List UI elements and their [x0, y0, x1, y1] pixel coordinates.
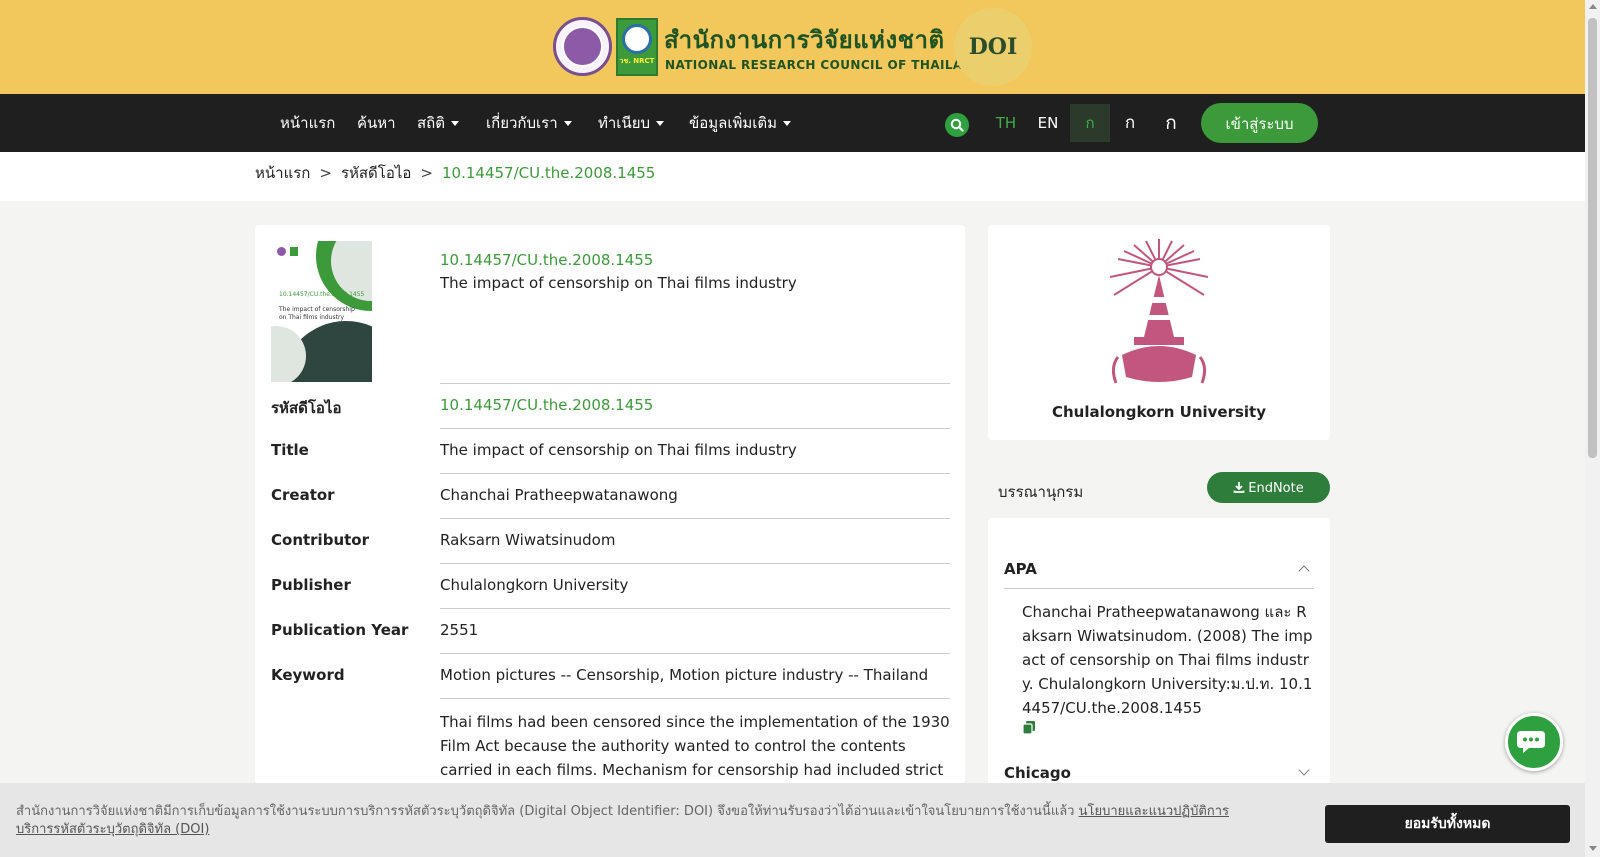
field-value-publication-year: 2551	[440, 621, 479, 639]
breadcrumb-doi[interactable]: รหัสดีโอไอ	[341, 164, 411, 182]
chulalongkorn-university-emblem	[1109, 239, 1209, 384]
scroll-up-arrow-icon[interactable]	[1589, 4, 1597, 9]
field-label-title: Title	[271, 441, 309, 459]
search-icon	[950, 118, 964, 132]
cookie-consent-bar: สำนักงานการวิจัยแห่งชาติมีการเก็บข้อมูลก…	[0, 783, 1585, 857]
caret-down-icon	[450, 121, 459, 126]
breadcrumb-bar: หน้าแรก > รหัสดีโอไอ >10.14457/CU.the.2008.…	[0, 152, 1585, 201]
doi-logo[interactable]: DOI	[954, 8, 1032, 86]
field-label-doi: รหัสดีโอไอ	[271, 399, 342, 417]
font-size-medium-button[interactable]: ก	[1112, 94, 1148, 152]
accept-all-cookies-button[interactable]: ยอมรับทั้งหมด	[1325, 805, 1570, 843]
copy-icon[interactable]	[1022, 720, 1036, 734]
font-size-small-button[interactable]: ก	[1070, 104, 1110, 142]
field-label-contributor: Contributor	[271, 531, 369, 549]
nav-item-directory[interactable]: ทำเนียบ	[598, 94, 665, 152]
main-navbar: หน้าแรก ค้นหา สถิติ เกี่ยวกับเรา ทำเนียบ…	[0, 94, 1585, 152]
row-divider	[440, 698, 950, 699]
apa-citation-text: Chanchai Pratheepwatanawong และ Raksarn …	[1022, 603, 1313, 717]
org-name-english[interactable]: NATIONAL RESEARCH COUNCIL OF THAILAND	[665, 58, 983, 72]
row-divider	[440, 473, 950, 474]
ministry-seal-logo[interactable]	[553, 17, 612, 76]
field-label-keyword: Keyword	[271, 666, 345, 684]
nav-item-search[interactable]: ค้นหา	[357, 94, 396, 152]
nav-item-label: ข้อมูลเพิ่มเติม	[689, 114, 778, 132]
lang-en-button[interactable]: EN	[1032, 94, 1064, 152]
font-size-large-button[interactable]: ก	[1153, 94, 1189, 152]
page-scrollbar[interactable]	[1585, 0, 1600, 857]
nav-item-label: ทำเนียบ	[598, 114, 651, 132]
nav-item-stats[interactable]: สถิติ	[417, 94, 459, 152]
accordion-header-apa[interactable]: APA	[1004, 560, 1314, 578]
cover-thumbnail: 10.14457/CU.the.2008.1455 The impact of …	[271, 241, 372, 382]
university-name[interactable]: Chulalongkorn University	[988, 403, 1330, 421]
row-divider	[440, 563, 950, 564]
row-divider	[440, 428, 950, 429]
cover-title-text: The impact of censorship on Thai films i…	[279, 306, 355, 321]
nav-item-label: หน้าแรก	[280, 114, 336, 132]
scrollbar-thumb[interactable]	[1588, 18, 1597, 458]
field-value-keyword: Motion pictures -- Censorship, Motion pi…	[440, 666, 929, 684]
publisher-card: Chulalongkorn University	[988, 225, 1330, 440]
record-detail-card: 10.14457/CU.the.2008.1455 The impact of …	[255, 225, 965, 785]
row-divider	[440, 653, 950, 654]
nav-item-label: สถิติ	[417, 114, 445, 132]
nrct-logo[interactable]: วช. NRCT	[616, 18, 658, 76]
nav-item-label: เกี่ยวกับเรา	[486, 114, 558, 132]
search-button[interactable]	[945, 113, 969, 137]
breadcrumb: หน้าแรก > รหัสดีโอไอ >10.14457/CU.the.2008.…	[255, 152, 655, 201]
nav-item-about[interactable]: เกี่ยวกับเรา	[486, 94, 572, 152]
field-value-contributor: Raksarn Wiwatsinudom	[440, 531, 616, 549]
chat-icon	[1517, 731, 1545, 753]
field-value-doi[interactable]: 10.14457/CU.the.2008.1455	[440, 396, 653, 414]
citation-accordion: APA Chanchai Pratheepwatanawong และ Raks…	[988, 518, 1330, 788]
row-divider	[440, 518, 950, 519]
cover-doi-text: 10.14457/CU.the.2008.1455	[279, 291, 365, 298]
citation-heading: บรรณานุกรม	[998, 483, 1084, 501]
scroll-down-arrow-icon[interactable]	[1589, 846, 1597, 851]
field-label-creator: Creator	[271, 486, 335, 504]
cookie-message: สำนักงานการวิจัยแห่งชาติมีการเก็บข้อมูลก…	[16, 804, 1079, 819]
breadcrumb-home[interactable]: หน้าแรก	[255, 164, 310, 182]
download-icon	[1233, 482, 1245, 493]
site-header: วช. NRCT สำนักงานการวิจัยแห่งชาติ NATION…	[0, 0, 1585, 94]
login-button[interactable]: เข้าสู่ระบบ	[1201, 103, 1318, 143]
endnote-download-button[interactable]: EndNote	[1207, 472, 1330, 503]
chat-button[interactable]	[1505, 713, 1563, 771]
accordion-divider	[1004, 588, 1314, 589]
breadcrumb-current: 10.14457/CU.the.2008.1455	[442, 164, 656, 182]
field-value-title: The impact of censorship on Thai films i…	[440, 441, 797, 459]
nav-item-home[interactable]: หน้าแรก	[280, 94, 335, 152]
org-name-thai[interactable]: สำนักงานการวิจัยแห่งชาติ	[664, 20, 945, 59]
record-title: The impact of censorship on Thai films i…	[440, 274, 797, 292]
field-label-publication-year: Publication Year	[271, 621, 409, 639]
row-divider	[440, 383, 950, 384]
field-value-publisher: Chulalongkorn University	[440, 576, 629, 594]
field-label-publisher: Publisher	[271, 576, 351, 594]
breadcrumb-separator: >	[319, 164, 332, 182]
lang-th-button[interactable]: TH	[990, 94, 1022, 152]
endnote-label: EndNote	[1248, 481, 1304, 496]
caret-down-icon	[563, 121, 572, 126]
nav-item-label: ค้นหา	[357, 114, 396, 132]
caret-down-icon	[783, 121, 792, 126]
row-divider	[440, 608, 950, 609]
breadcrumb-separator: >	[420, 164, 433, 182]
record-abstract: Thai films had been censored since the i…	[440, 713, 950, 779]
field-value-creator: Chanchai Pratheepwatanawong	[440, 486, 678, 504]
chicago-title: Chicago	[1004, 764, 1071, 782]
apa-title: APA	[1004, 560, 1037, 578]
record-doi-link[interactable]: 10.14457/CU.the.2008.1455	[440, 251, 653, 269]
caret-down-icon	[656, 121, 665, 126]
nav-item-more-info[interactable]: ข้อมูลเพิ่มเติม	[689, 94, 792, 152]
nrct-logo-text: วช. NRCT	[619, 57, 655, 65]
accordion-header-chicago[interactable]: Chicago	[1004, 764, 1314, 782]
cookie-consent-text: สำนักงานการวิจัยแห่งชาติมีการเก็บข้อมูลก…	[16, 803, 1246, 839]
